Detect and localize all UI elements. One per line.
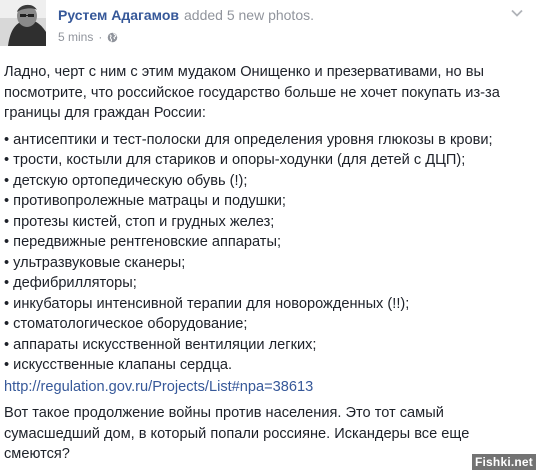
post-intro-text: Ладно, черт с ним с этим мудаком Онищенк…: [4, 64, 500, 121]
chevron-down-icon[interactable]: [509, 6, 525, 20]
watermark-logo: Fishki.net: [471, 454, 536, 470]
post-timestamp[interactable]: 5 mins: [58, 30, 93, 44]
list-item: • противопролежные матрацы и подушки;: [4, 193, 286, 209]
avatar-photo: [0, 0, 46, 46]
globe-icon[interactable]: [107, 32, 118, 43]
author-name-link[interactable]: Рустем Адагамов: [58, 7, 179, 23]
post-header: Рустем Адагамов added 5 new photos. 5 min…: [0, 0, 538, 50]
list-item: • инкубаторы интенсивной терапии для нов…: [4, 295, 410, 312]
list-item: • протезы кистей, стоп и грудных желез;: [4, 213, 275, 230]
post-meta: 5 mins ·: [58, 30, 118, 44]
regulation-link[interactable]: http://regulation.gov.ru/Projects/List#n…: [4, 377, 313, 398]
list-item: • искусственные клапаны сердца.: [4, 357, 233, 373]
list-item: • детскую ортопедическую обувь (!);: [4, 172, 248, 189]
list-item: • аппараты искусственной вентиляции легк…: [4, 336, 317, 353]
list-item: • антисептики и тест-полоски для определ…: [4, 131, 493, 148]
list-item: • стоматологическое оборудование;: [4, 316, 248, 332]
post-body: Ладно, черт с ним с этим мудаком Онищенк…: [4, 62, 529, 465]
post-outro-text: Вот такое продолжение войны против насел…: [4, 405, 470, 462]
post-action-text: added 5 new photos.: [184, 7, 314, 23]
bullet-list: • антисептики и тест-полоски для определ…: [4, 130, 529, 376]
list-item: • трости, костыли для стариков и опоры-х…: [4, 152, 466, 168]
author-line: Рустем Адагамов added 5 new photos.: [58, 7, 314, 23]
list-item: • ультразвуковые сканеры;: [4, 254, 186, 271]
list-item: • дефибрилляторы;: [4, 275, 137, 291]
list-item: • передвижные рентгеновские аппараты;: [4, 234, 282, 250]
meta-separator: ·: [98, 30, 103, 44]
avatar[interactable]: [0, 0, 46, 46]
